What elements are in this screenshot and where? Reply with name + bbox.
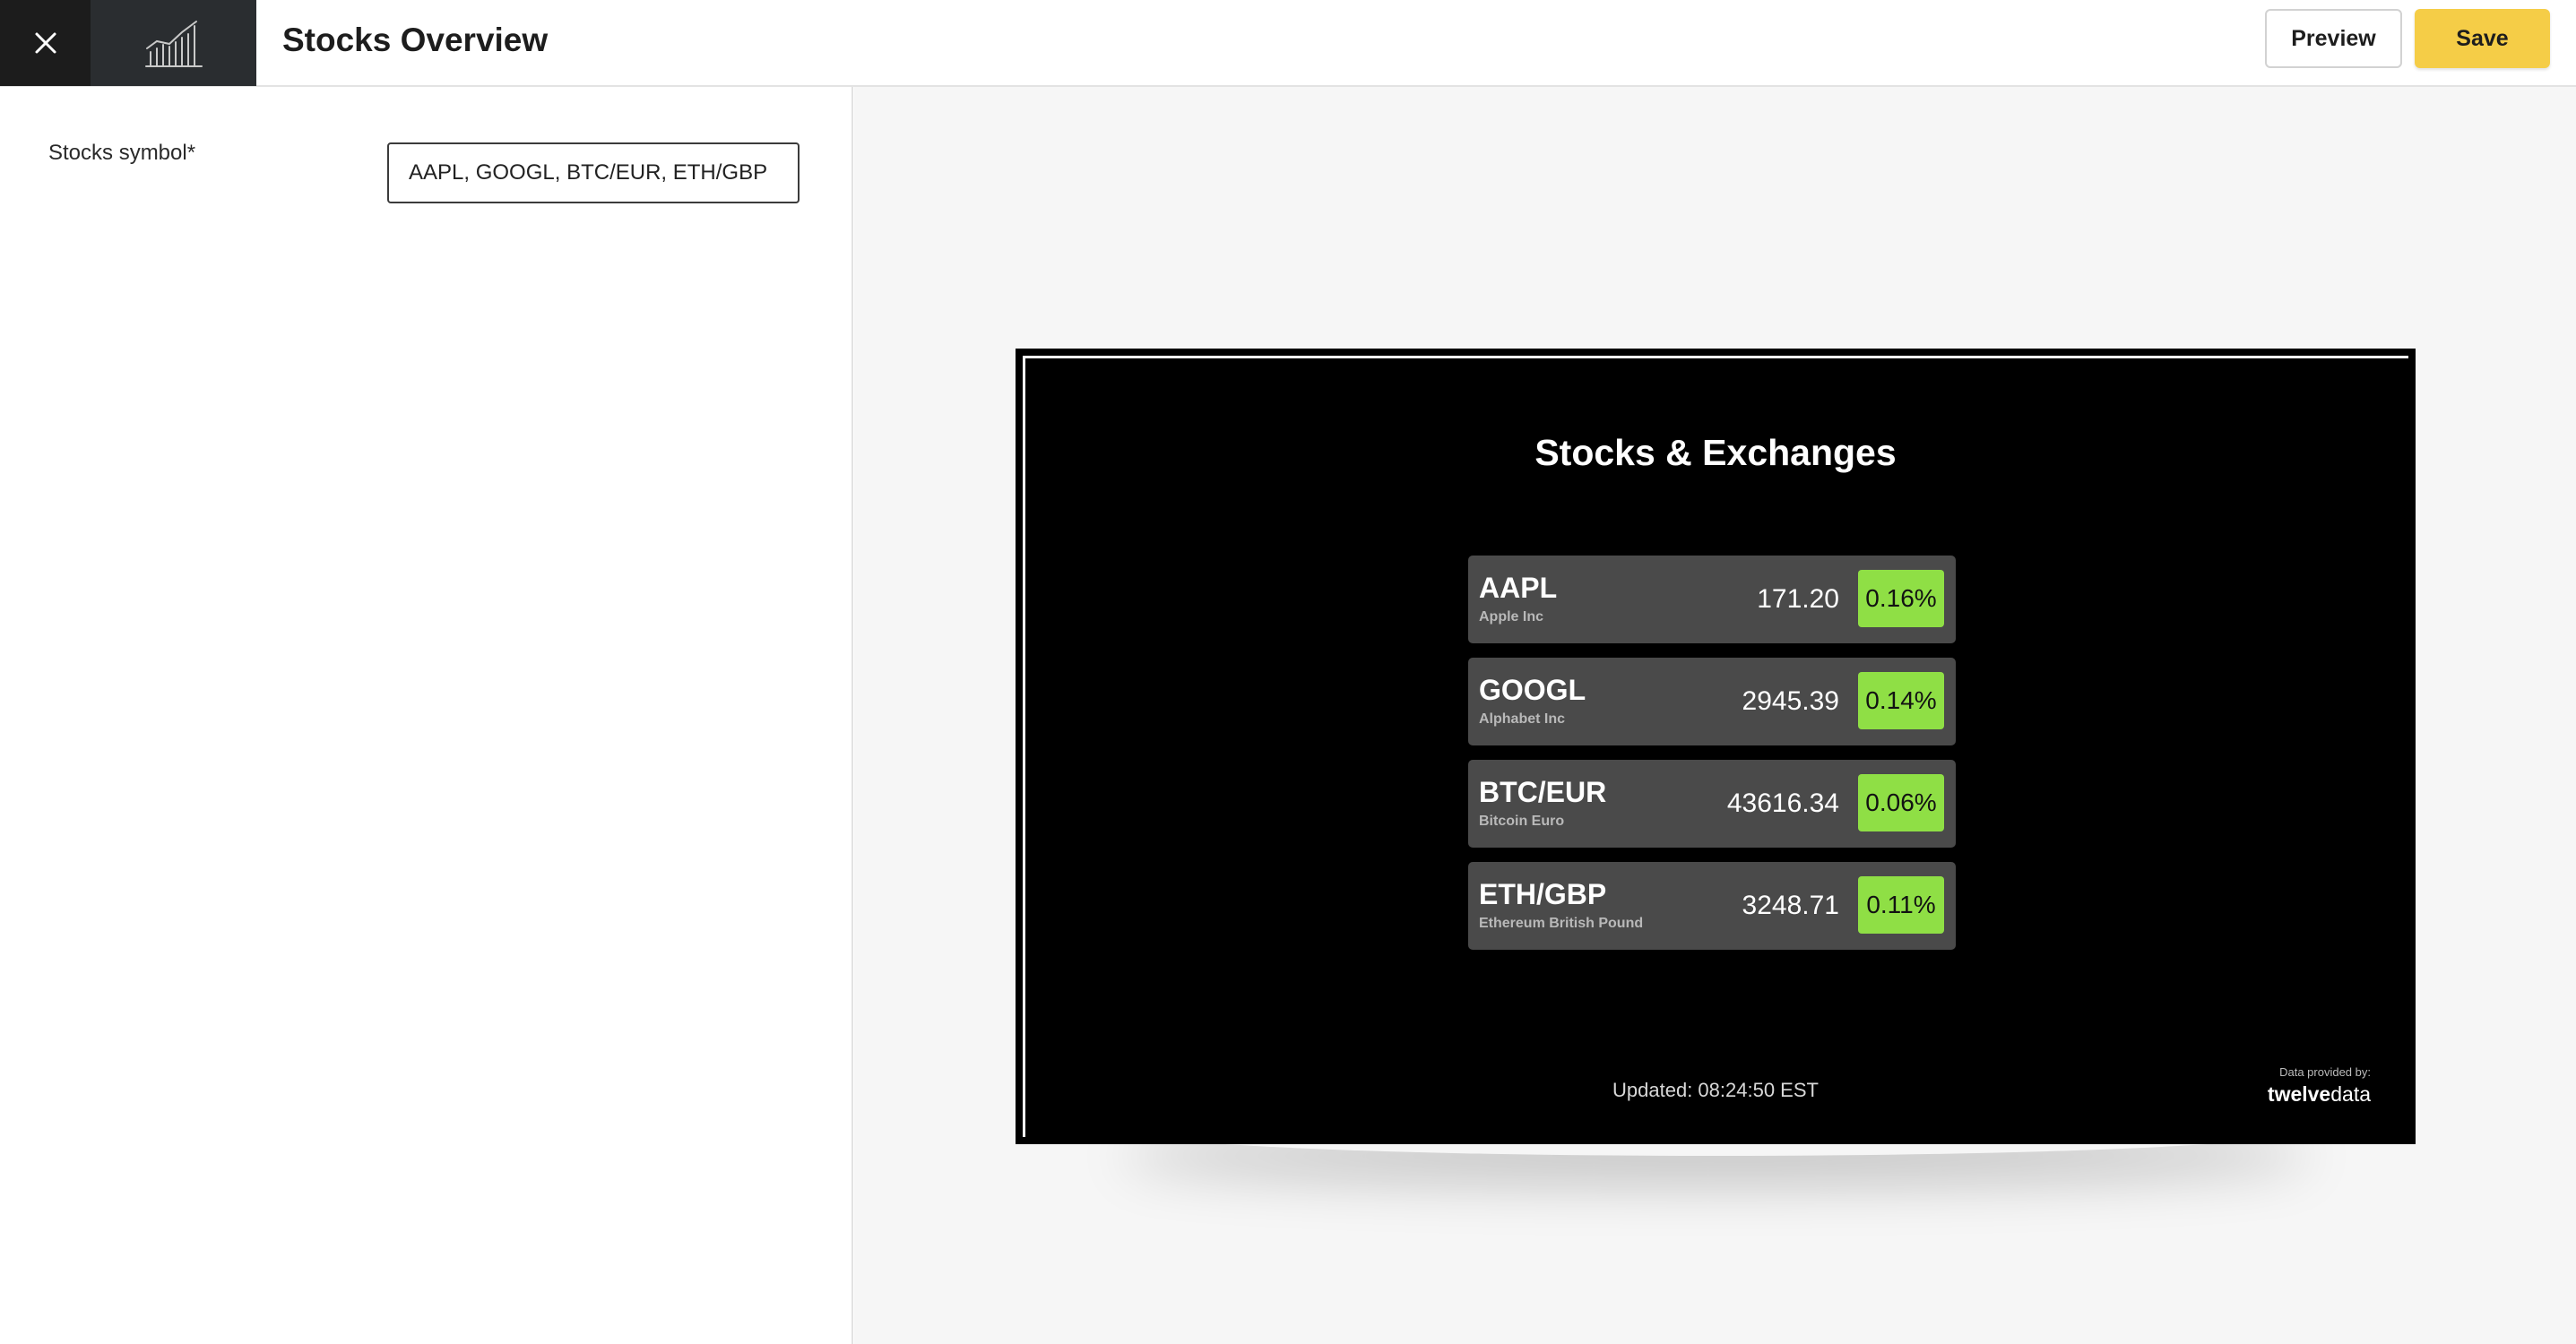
stock-change-badge: 0.14% <box>1858 672 1944 729</box>
updated-timestamp: Updated: 08:24:50 EST <box>1612 1079 1819 1101</box>
stock-row: GOOGL Alphabet Inc 2945.39 0.14% <box>1468 658 1956 745</box>
close-icon <box>35 32 56 54</box>
widget-title: Stocks & Exchanges <box>1534 432 1897 473</box>
stock-symbol: GOOGL <box>1479 674 1586 706</box>
stock-row: BTC/EUR Bitcoin Euro 43616.34 0.06% <box>1468 760 1956 848</box>
stock-price: 43616.34 <box>1726 788 1839 818</box>
close-button[interactable] <box>0 0 91 86</box>
stock-name: Ethereum British Pound <box>1479 916 1644 931</box>
stock-row: ETH/GBP Ethereum British Pound 3248.71 0… <box>1468 862 1956 950</box>
stock-name: Alphabet Inc <box>1479 711 1566 727</box>
stock-list: AAPL Apple Inc 171.20 0.16% GOOGL Alphab… <box>1468 556 1956 964</box>
top-bar: Stocks Overview Preview Save <box>0 0 2576 87</box>
page-title: Stocks Overview <box>282 22 549 58</box>
stock-name: Apple Inc <box>1479 609 1544 625</box>
logo-rest-part: data <box>2330 1082 2371 1106</box>
data-provider-credit: Data provided by: twelvedata <box>2268 1065 2371 1107</box>
stocks-symbol-label: Stocks symbol* <box>48 141 196 165</box>
stock-price: 3248.71 <box>1742 891 1839 920</box>
stock-row: AAPL Apple Inc 171.20 0.16% <box>1468 556 1956 643</box>
preview-button[interactable]: Preview <box>2265 9 2402 68</box>
app-icon-tile <box>91 0 256 86</box>
widget-preview-screen: Stocks & Exchanges AAPL Apple Inc 171.20… <box>1016 349 2416 1144</box>
stock-name: Bitcoin Euro <box>1479 814 1565 829</box>
line-chart-icon <box>144 21 203 67</box>
stock-price: 2945.39 <box>1742 686 1839 716</box>
stocks-symbol-input[interactable] <box>387 142 800 203</box>
stock-price: 171.20 <box>1757 584 1839 614</box>
logo-bold-part: twelve <box>2267 1082 2331 1106</box>
stock-change-badge: 0.06% <box>1858 774 1944 831</box>
stock-change-badge: 0.11% <box>1858 876 1944 934</box>
settings-panel: Stocks symbol* <box>0 87 853 1344</box>
stock-symbol: ETH/GBP <box>1479 878 1607 910</box>
twelvedata-logo: twelvedata <box>2268 1082 2371 1107</box>
stock-change-badge: 0.16% <box>1858 570 1944 627</box>
save-button[interactable]: Save <box>2415 9 2550 68</box>
credit-label: Data provided by: <box>2279 1065 2371 1079</box>
stock-symbol: AAPL <box>1479 572 1558 604</box>
stock-symbol: BTC/EUR <box>1479 776 1607 808</box>
